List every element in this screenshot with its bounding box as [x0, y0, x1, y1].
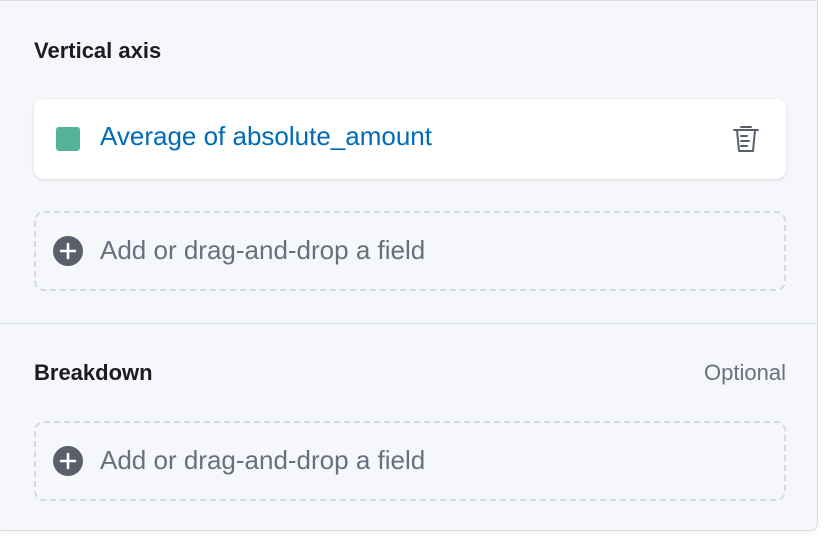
layer-config-panel: Vertical axis Average of absolute_amount [0, 0, 818, 531]
trash-icon[interactable] [728, 121, 764, 157]
plus-circle-icon [52, 445, 84, 477]
vertical-axis-field-label[interactable]: Average of absolute_amount [100, 121, 432, 152]
breakdown-title: Breakdown [34, 360, 153, 385]
add-field-label: Add or drag-and-drop a field [100, 235, 426, 265]
vertical-axis-section: Vertical axis Average of absolute_amount [0, 1, 818, 323]
optional-label: Optional [704, 360, 786, 385]
breakdown-add-field-dropzone[interactable]: Add or drag-and-drop a field [34, 421, 786, 501]
vertical-axis-add-field-dropzone[interactable]: Add or drag-and-drop a field [34, 211, 786, 291]
series-color-swatch [56, 127, 80, 151]
breakdown-section: Breakdown Optional Add or drag-and-drop … [0, 324, 818, 531]
vertical-axis-title: Vertical axis [34, 38, 162, 63]
plus-circle-icon [52, 235, 84, 267]
add-field-label: Add or drag-and-drop a field [100, 445, 426, 475]
vertical-axis-field-card[interactable]: Average of absolute_amount [34, 99, 786, 179]
